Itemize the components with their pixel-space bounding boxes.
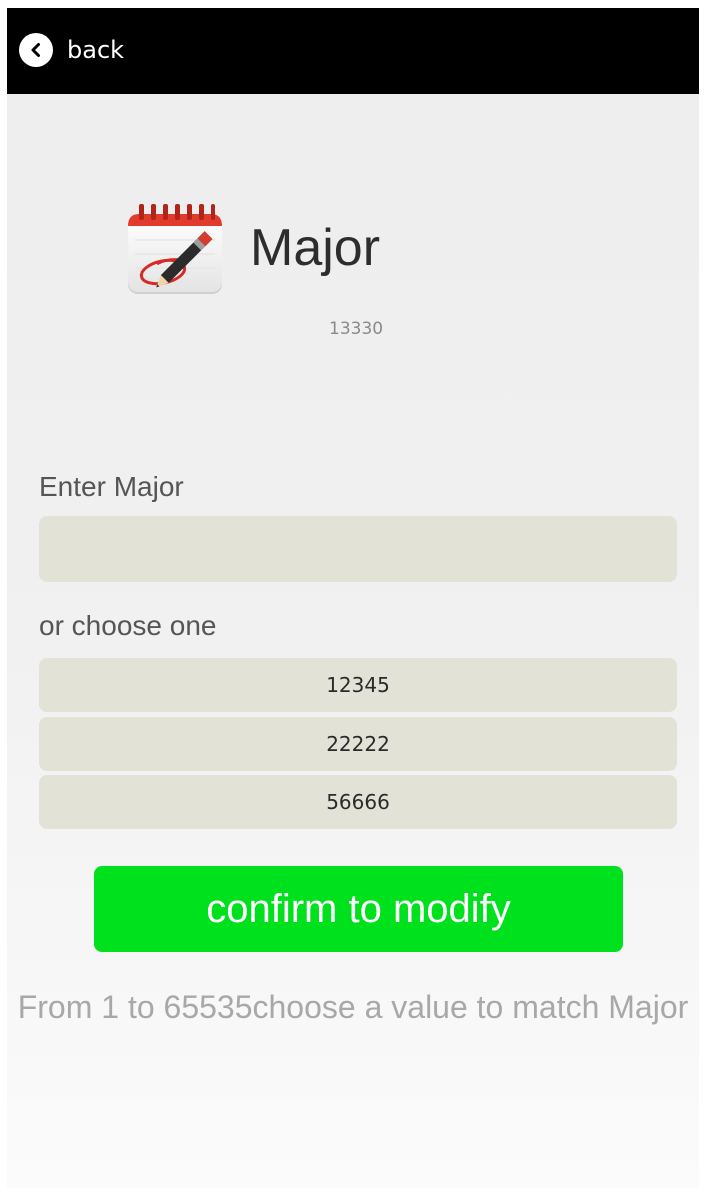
- enter-major-label: Enter Major: [39, 471, 184, 502]
- option-button[interactable]: 12345: [39, 658, 677, 712]
- current-value: 13330: [329, 319, 384, 339]
- option-button[interactable]: 56666: [39, 775, 677, 829]
- chevron-left-icon: [19, 33, 53, 67]
- notepad-pencil-icon: [125, 196, 225, 298]
- screen: back Major 13330 Enter Major or choose o…: [7, 8, 699, 1188]
- choose-one-label: or choose one: [39, 610, 217, 641]
- back-label: back: [67, 36, 125, 64]
- option-button[interactable]: 22222: [39, 717, 677, 771]
- range-hint: From 1 to 65535choose a value to match M…: [17, 989, 689, 1025]
- confirm-button[interactable]: confirm to modify: [94, 866, 623, 952]
- major-input[interactable]: [39, 516, 677, 582]
- top-bar: back: [7, 8, 699, 94]
- page-title: Major: [250, 219, 381, 277]
- back-button[interactable]: back: [19, 30, 124, 70]
